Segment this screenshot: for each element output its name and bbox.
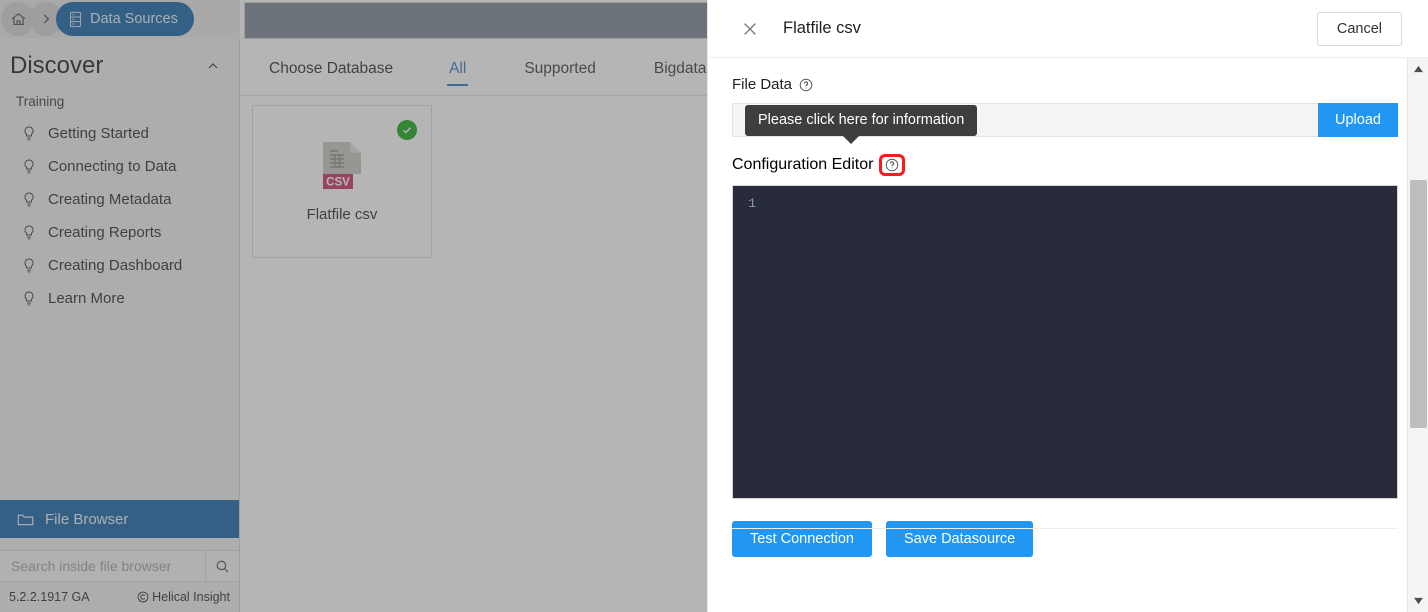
cancel-button[interactable]: Cancel: [1316, 11, 1402, 46]
scrollbar-thumb[interactable]: [1410, 180, 1427, 428]
code-line: 1: [733, 186, 1397, 211]
modal-body: File Data Upload Configuration Editor Pl…: [708, 58, 1428, 612]
modal-bottom-divider: [732, 528, 1398, 529]
help-circle-icon[interactable]: [799, 78, 813, 92]
tooltip-text: Please click here for information: [758, 112, 965, 128]
save-datasource-button[interactable]: Save Datasource: [885, 521, 1034, 557]
help-tooltip: Please click here for information: [745, 105, 978, 144]
scroll-down-arrow-icon[interactable]: [1408, 592, 1428, 610]
modal-title: Flatfile csv: [783, 19, 861, 37]
configuration-editor-label-row: Configuration Editor: [732, 154, 1398, 176]
configuration-code-editor[interactable]: 1: [732, 185, 1398, 499]
file-data-label-row: File Data: [732, 76, 1398, 93]
configuration-editor-help-highlight[interactable]: [879, 154, 906, 176]
code-line-number: 1: [748, 196, 756, 211]
help-circle-icon[interactable]: [885, 158, 899, 172]
configuration-editor-label: Configuration Editor: [732, 156, 874, 173]
modal-action-row: Test Connection Save Datasource: [732, 521, 1398, 557]
upload-button[interactable]: Upload: [1318, 103, 1398, 137]
scroll-up-arrow-icon[interactable]: [1408, 60, 1428, 78]
test-connection-button[interactable]: Test Connection: [732, 521, 872, 557]
modal-scrollbar[interactable]: [1407, 58, 1428, 612]
application-root: Data Sources Discover Training Getting S…: [0, 0, 1428, 612]
file-data-label: File Data: [732, 76, 793, 93]
flatfile-csv-modal: Flatfile csv Cancel File Data Upload Con…: [707, 0, 1428, 612]
modal-header: Flatfile csv Cancel: [708, 0, 1428, 58]
close-icon[interactable]: [738, 17, 762, 41]
modal-backdrop[interactable]: [0, 0, 707, 612]
